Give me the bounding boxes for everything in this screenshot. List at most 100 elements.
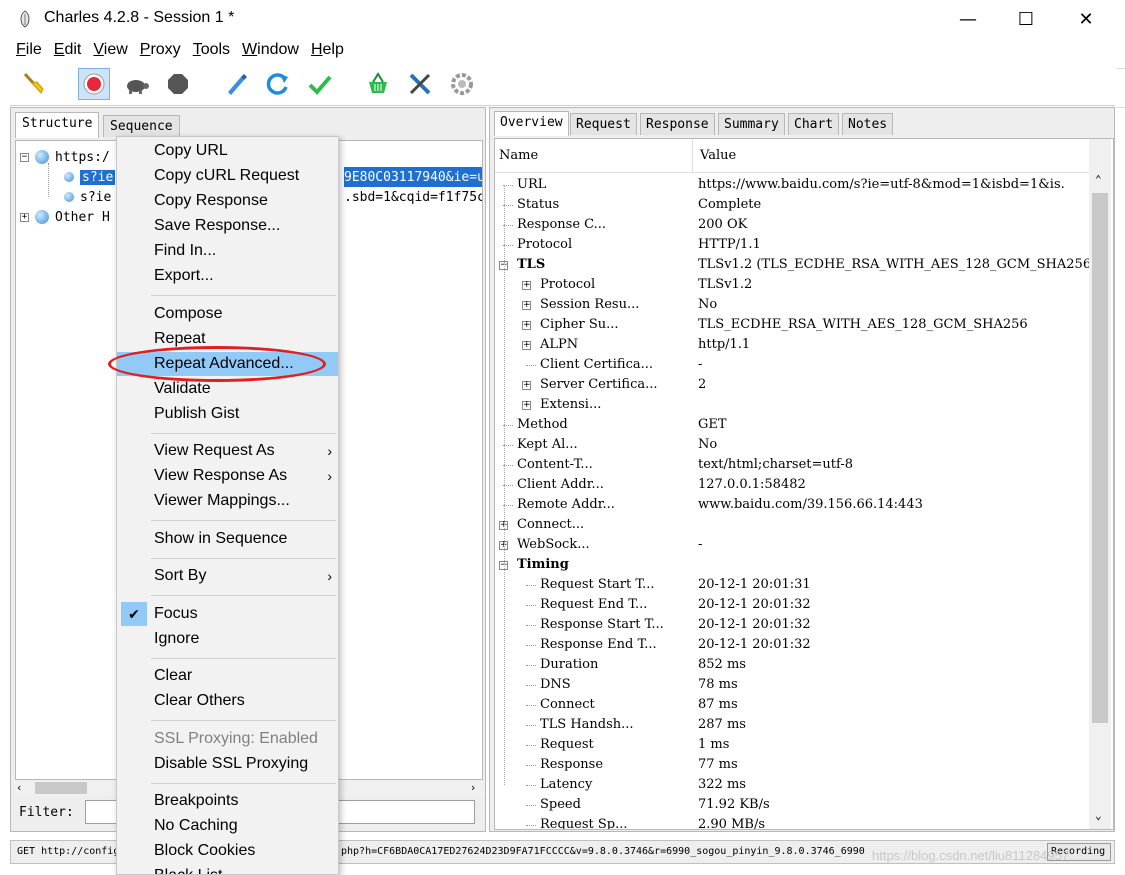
throttle-button[interactable] [120,68,152,100]
validate-button[interactable] [304,68,336,100]
menu-view[interactable]: View [87,38,133,64]
overview-row[interactable]: + WebSock... - [495,535,1089,555]
scroll-right-icon[interactable]: › [471,781,475,794]
overview-row[interactable]: TLS Handsh... 287 ms [495,715,1089,735]
repeat-button[interactable] [262,68,294,100]
overview-row[interactable]: Client Addr... 127.0.0.1:58482 [495,475,1089,495]
overview-row[interactable]: Connect 87 ms [495,695,1089,715]
tools-button[interactable] [404,68,436,100]
tab-overview[interactable]: Overview [494,111,569,136]
context-item-export[interactable]: Export... [117,264,338,288]
overview-row[interactable]: − TLS TLSv1.2 (TLS_ECDHE_RSA_WITH_AES_128_… [495,255,1096,275]
context-item-publish-gist[interactable]: Publish Gist [117,402,338,426]
settings-button[interactable] [446,68,478,100]
scroll-down-icon[interactable]: ⌄ [1095,809,1102,822]
overview-row[interactable]: Response Start T... 20-12-1 20:01:32 [495,615,1089,635]
expander-icon[interactable]: − [20,152,29,162]
overview-row[interactable]: Content-T... text/html;charset=utf-8 [495,455,1089,475]
overview-row[interactable]: Response 77 ms [495,755,1089,775]
context-item-viewer-mappings[interactable]: Viewer Mappings... [117,489,338,513]
expand-icon[interactable]: + [522,341,531,350]
context-item-view-response-as[interactable]: View Response As › [117,464,338,488]
overview-row[interactable]: Response C... 200 OK [495,215,1089,235]
overview-row[interactable]: Speed 71.92 KB/s [495,795,1089,815]
overview-row[interactable]: URL https://www.baidu.com/s?ie=utf-8&mod=… [495,175,1089,195]
tab-notes[interactable]: Notes [842,113,894,135]
menu-window[interactable]: Window [236,38,305,64]
tree-node[interactable]: − https:/ [20,147,110,167]
tree-node[interactable]: s?ie [64,167,116,187]
overview-row[interactable]: + Session Resu... No [495,295,1089,315]
expand-icon[interactable]: + [522,281,531,290]
context-item-show-in-sequence[interactable]: Show in Sequence [117,527,338,551]
context-item-find-in[interactable]: Find In... [117,239,338,263]
tree-node[interactable]: s?ie [64,187,111,207]
menu-tools[interactable]: Tools [187,38,236,64]
menu-help[interactable]: Help [305,38,350,64]
column-value-header[interactable]: Value [700,148,736,163]
overview-row[interactable]: − Timing [495,555,1089,575]
breakpoints-button[interactable] [162,68,194,100]
context-item-view-request-as[interactable]: View Request As › [117,439,338,463]
maximize-button[interactable]: ☐ [1004,4,1048,34]
expand-icon[interactable]: + [522,301,531,310]
tab-response[interactable]: Response [640,113,715,135]
close-button[interactable]: ✕ [1064,4,1108,34]
clear-session-button[interactable] [18,68,50,100]
minimize-button[interactable]: — [946,4,990,34]
overview-row[interactable]: + Cipher Su... TLS_ECDHE_RSA_WITH_AES_128_… [495,315,1089,335]
expander-icon[interactable]: + [20,212,29,222]
overview-row[interactable]: + Server Certifica... 2 [495,375,1089,395]
overview-row[interactable]: Status Complete [495,195,1089,215]
expand-icon[interactable]: + [522,401,531,410]
context-item-sort-by[interactable]: Sort By › [117,564,338,588]
tree-node[interactable]: + Other H [20,207,110,227]
overview-row[interactable]: + Connect... [495,515,1089,535]
overview-row[interactable]: Client Certifica... - [495,355,1089,375]
context-item-clear[interactable]: Clear [117,664,338,688]
context-item-copy-curl-request[interactable]: Copy cURL Request [117,164,338,188]
compose-button[interactable] [220,68,252,100]
overview-row[interactable]: Kept Al... No [495,435,1089,455]
overview-row[interactable]: Request Sp... 2.90 MB/s [495,815,1089,829]
context-item-focus[interactable]: Focus ✔ [117,601,338,626]
menu-edit[interactable]: Edit [48,38,88,64]
scroll-thumb[interactable] [1092,193,1108,723]
context-item-compose[interactable]: Compose [117,302,338,326]
overview-row[interactable]: Request 1 ms [495,735,1089,755]
overview-row[interactable]: Remote Addr... www.baidu.com/39.156.66.14… [495,495,1089,515]
expand-icon[interactable]: + [522,381,531,390]
context-item-save-response[interactable]: Save Response... [117,214,338,238]
overview-row[interactable]: Request End T... 20-12-1 20:01:32 [495,595,1089,615]
overview-row[interactable]: Protocol HTTP/1.1 [495,235,1089,255]
vertical-scrollbar[interactable]: ⌃ ⌄ [1089,139,1111,829]
shopping-basket-button[interactable] [362,68,394,100]
context-item-clear-others[interactable]: Clear Others [117,689,338,713]
overview-row[interactable]: Latency 322 ms [495,775,1089,795]
context-item-disable-ssl-proxying[interactable]: Disable SSL Proxying [117,752,338,776]
overview-row[interactable]: Request Start T... 20-12-1 20:01:31 [495,575,1089,595]
overview-row[interactable]: Method GET [495,415,1089,435]
overview-row[interactable]: + Protocol TLSv1.2 [495,275,1089,295]
tab-chart[interactable]: Chart [788,113,840,135]
expand-icon[interactable]: + [522,321,531,330]
scroll-thumb[interactable] [35,782,87,794]
overview-row[interactable]: Response End T... 20-12-1 20:01:32 [495,635,1089,655]
overview-row[interactable]: DNS 78 ms [495,675,1089,695]
context-item-breakpoints[interactable]: Breakpoints [117,789,338,813]
context-item-black-list[interactable]: Black List [117,864,338,874]
record-button[interactable] [78,68,110,100]
context-item-copy-response[interactable]: Copy Response [117,189,338,213]
menu-proxy[interactable]: Proxy [134,38,187,64]
context-item-no-caching[interactable]: No Caching [117,814,338,838]
menu-file[interactable]: File [10,38,48,64]
scroll-up-icon[interactable]: ⌃ [1095,173,1102,186]
overview-row[interactable]: Duration 852 ms [495,655,1089,675]
tab-summary[interactable]: Summary [718,113,785,135]
tab-structure[interactable]: Structure [15,112,100,138]
context-item-block-cookies[interactable]: Block Cookies [117,839,338,863]
scroll-left-icon[interactable]: ‹ [17,781,21,794]
context-item-ignore[interactable]: Ignore [117,627,338,651]
tab-request[interactable]: Request [570,113,637,135]
tab-sequence[interactable]: Sequence [103,115,180,137]
